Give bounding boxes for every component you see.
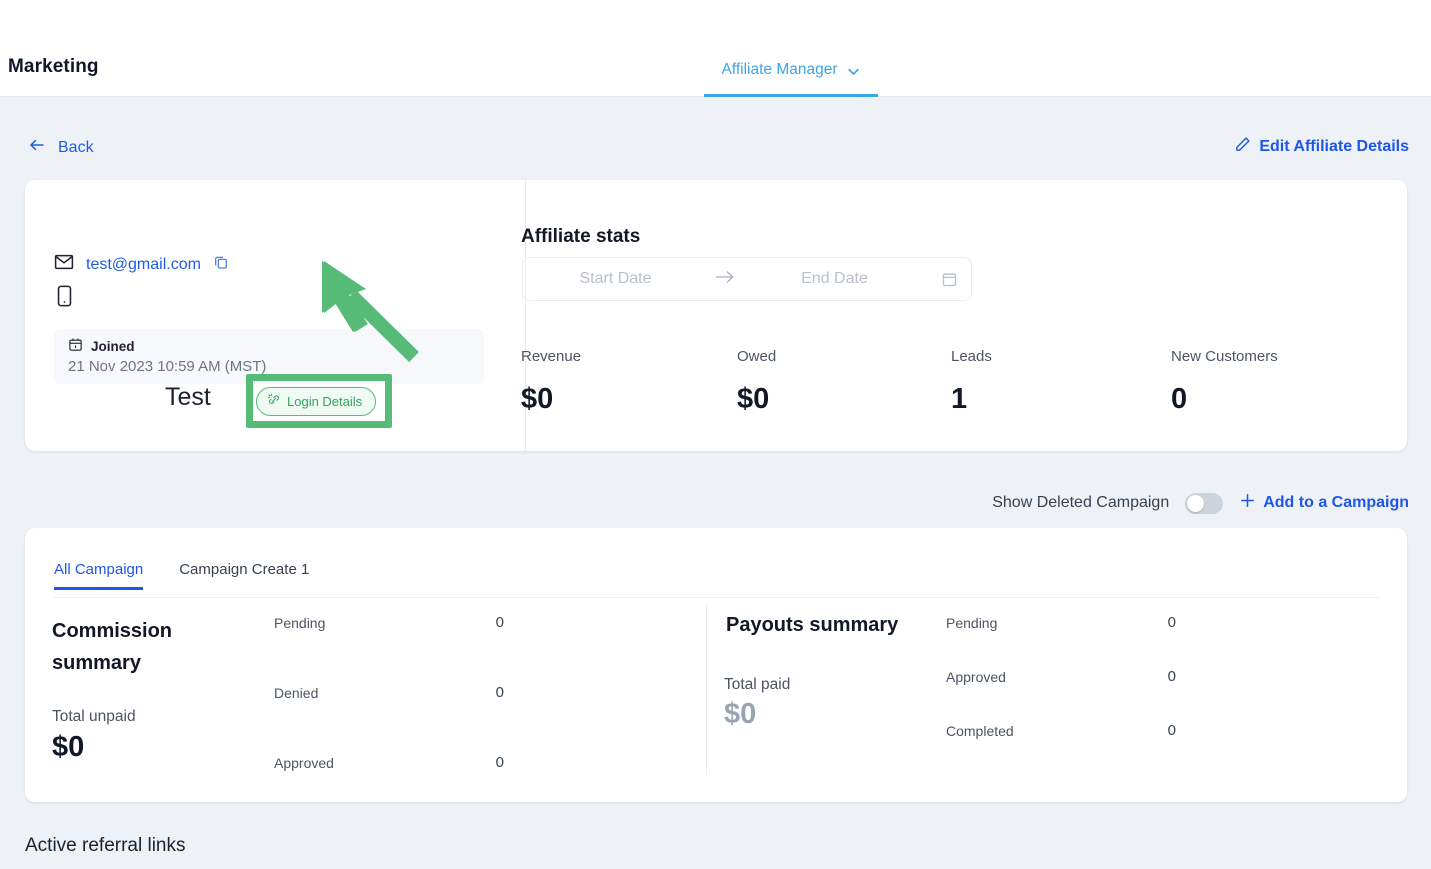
tab-campaign-create-1[interactable]: Campaign Create 1 bbox=[179, 561, 309, 590]
affiliate-stats-cells: Revenue $0 Owed $0 Leads 1 New Customers… bbox=[521, 348, 1401, 428]
joined-label: Joined bbox=[91, 338, 135, 354]
total-paid-value: $0 bbox=[724, 698, 757, 730]
affiliate-name: Test bbox=[165, 383, 211, 411]
add-to-campaign-button[interactable]: Add to a Campaign bbox=[1239, 492, 1409, 514]
stat-cell-new-customers: New Customers 0 bbox=[1171, 348, 1278, 416]
stat-cell-owed: Owed $0 bbox=[737, 348, 776, 416]
joined-header: Joined bbox=[68, 337, 484, 355]
row-key: Completed bbox=[946, 722, 1014, 739]
commission-summary-title: Commission summary bbox=[52, 620, 173, 674]
payouts-row-approved: Approved 0 bbox=[946, 668, 1176, 685]
row-key: Pending bbox=[946, 614, 998, 631]
row-key: Approved bbox=[946, 668, 1006, 685]
date-range-picker[interactable]: Start Date End Date bbox=[522, 257, 972, 301]
stat-label: New Customers bbox=[1171, 348, 1278, 365]
commission-row-approved: Approved 0 bbox=[274, 754, 504, 771]
top-bar: Marketing Affiliate Manager bbox=[0, 0, 1431, 97]
row-key: Pending bbox=[274, 614, 326, 631]
page-title: Marketing bbox=[8, 56, 99, 77]
row-value: 0 bbox=[1167, 668, 1176, 685]
tabs-divider bbox=[54, 597, 1379, 598]
row-key: Denied bbox=[274, 684, 319, 701]
mobile-phone-icon bbox=[57, 285, 72, 311]
row-value: 0 bbox=[1167, 722, 1176, 739]
arrow-left-icon bbox=[26, 136, 48, 159]
edit-affiliate-details-label: Edit Affiliate Details bbox=[1259, 138, 1409, 155]
campaign-controls-row: Show Deleted Campaign Add to a Campaign bbox=[992, 492, 1409, 514]
stat-label: Revenue bbox=[521, 348, 582, 365]
joined-date: 21 Nov 2023 10:59 AM (MST) bbox=[68, 358, 267, 375]
calendar-icon[interactable] bbox=[927, 271, 971, 288]
login-details-label: Login Details bbox=[287, 394, 363, 409]
row-value: 0 bbox=[495, 754, 504, 771]
payouts-summary-title: Payouts summary bbox=[726, 614, 899, 636]
sub-header bbox=[0, 97, 1431, 177]
active-referral-links-title: Active referral links bbox=[25, 835, 186, 856]
date-range-arrow-icon bbox=[708, 270, 742, 289]
commission-row-denied: Denied 0 bbox=[274, 684, 504, 701]
total-unpaid-value: $0 bbox=[52, 731, 85, 763]
commission-row-pending: Pending 0 bbox=[274, 614, 504, 631]
envelope-icon bbox=[54, 254, 74, 275]
payouts-row-pending: Pending 0 bbox=[946, 614, 1176, 631]
broken-link-icon bbox=[267, 393, 281, 410]
tab-all-campaign[interactable]: All Campaign bbox=[54, 561, 143, 590]
row-value: 0 bbox=[1167, 614, 1176, 631]
back-label: Back bbox=[58, 138, 94, 156]
toggle-knob bbox=[1187, 494, 1205, 512]
chevron-down-icon bbox=[846, 44, 861, 84]
edit-affiliate-details-button[interactable]: Edit Affiliate Details bbox=[1234, 136, 1409, 158]
add-to-campaign-label: Add to a Campaign bbox=[1263, 494, 1409, 511]
payouts-row-completed: Completed 0 bbox=[946, 722, 1176, 739]
show-deleted-campaign-label: Show Deleted Campaign bbox=[992, 494, 1170, 511]
row-key: Approved bbox=[274, 754, 334, 771]
stat-value: $0 bbox=[521, 383, 554, 415]
row-value: 0 bbox=[495, 684, 504, 701]
stat-cell-revenue: Revenue $0 bbox=[521, 348, 581, 416]
stat-cell-leads: Leads 1 bbox=[951, 348, 992, 416]
summary-vertical-divider bbox=[706, 605, 707, 775]
stat-value: $0 bbox=[737, 383, 770, 415]
pencil-icon bbox=[1234, 136, 1251, 158]
row-value: 0 bbox=[495, 614, 504, 631]
end-date-input[interactable]: End Date bbox=[742, 270, 927, 288]
tab-affiliate-manager[interactable]: Affiliate Manager bbox=[704, 44, 878, 97]
login-details-button[interactable]: Login Details bbox=[256, 387, 377, 416]
plus-icon bbox=[1239, 492, 1256, 514]
total-unpaid-label: Total unpaid bbox=[52, 708, 136, 725]
affiliate-email-value[interactable]: test@gmail.com bbox=[86, 256, 201, 274]
stat-value: 0 bbox=[1171, 383, 1188, 415]
campaign-summary-card: All Campaign Campaign Create 1 Commissio… bbox=[25, 528, 1407, 802]
total-paid-label: Total paid bbox=[724, 676, 791, 693]
start-date-input[interactable]: Start Date bbox=[523, 270, 708, 288]
back-button[interactable]: Back bbox=[26, 136, 94, 159]
stat-value: 1 bbox=[951, 383, 968, 415]
stat-label: Owed bbox=[737, 348, 777, 365]
stat-label: Leads bbox=[951, 348, 992, 365]
copy-icon[interactable] bbox=[213, 254, 229, 275]
campaign-tabs: All Campaign Campaign Create 1 bbox=[54, 561, 309, 590]
affiliate-phone-row bbox=[57, 285, 72, 312]
affiliate-stats-title: Affiliate stats bbox=[521, 226, 641, 247]
show-deleted-campaign-toggle[interactable] bbox=[1185, 492, 1224, 514]
tab-affiliate-manager-label: Affiliate Manager bbox=[721, 61, 838, 78]
calendar-icon bbox=[68, 337, 83, 355]
affiliate-email-row[interactable]: test@gmail.com bbox=[54, 254, 229, 275]
